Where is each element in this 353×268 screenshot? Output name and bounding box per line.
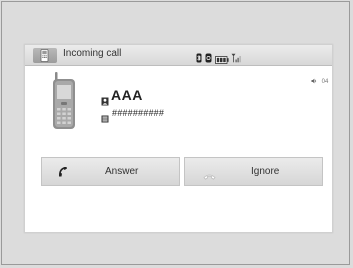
caller-name: AAA xyxy=(111,87,143,103)
phone-icon[interactable] xyxy=(33,48,57,63)
signal-icon xyxy=(231,50,242,68)
contact-icon xyxy=(101,93,109,111)
screen-header: Incoming call xyxy=(25,45,332,66)
outer-frame: Incoming call 04 AAA ########## Answer I… xyxy=(1,1,350,265)
answer-label: Answer xyxy=(105,166,139,177)
incoming-call-screen: Incoming call 04 AAA ########## Answer I… xyxy=(24,44,333,233)
caller-number: ########## xyxy=(112,108,165,118)
header-title: Incoming call xyxy=(63,48,122,59)
ignore-label: Ignore xyxy=(251,166,280,177)
ignore-button[interactable]: Ignore xyxy=(184,157,323,186)
battery-icon xyxy=(215,51,229,69)
phonebook-icon xyxy=(101,110,109,128)
answer-button[interactable]: Answer xyxy=(41,157,180,186)
volume-level: 04 xyxy=(321,78,329,85)
bluetooth-icon xyxy=(196,50,202,68)
handset-icon xyxy=(57,165,69,183)
volume-indicator: 04 xyxy=(311,78,328,85)
mobile-phone-icon xyxy=(52,72,76,135)
speaker-icon xyxy=(311,78,319,85)
phone-link-icon xyxy=(205,50,212,68)
handset-hangup-icon xyxy=(203,167,216,185)
